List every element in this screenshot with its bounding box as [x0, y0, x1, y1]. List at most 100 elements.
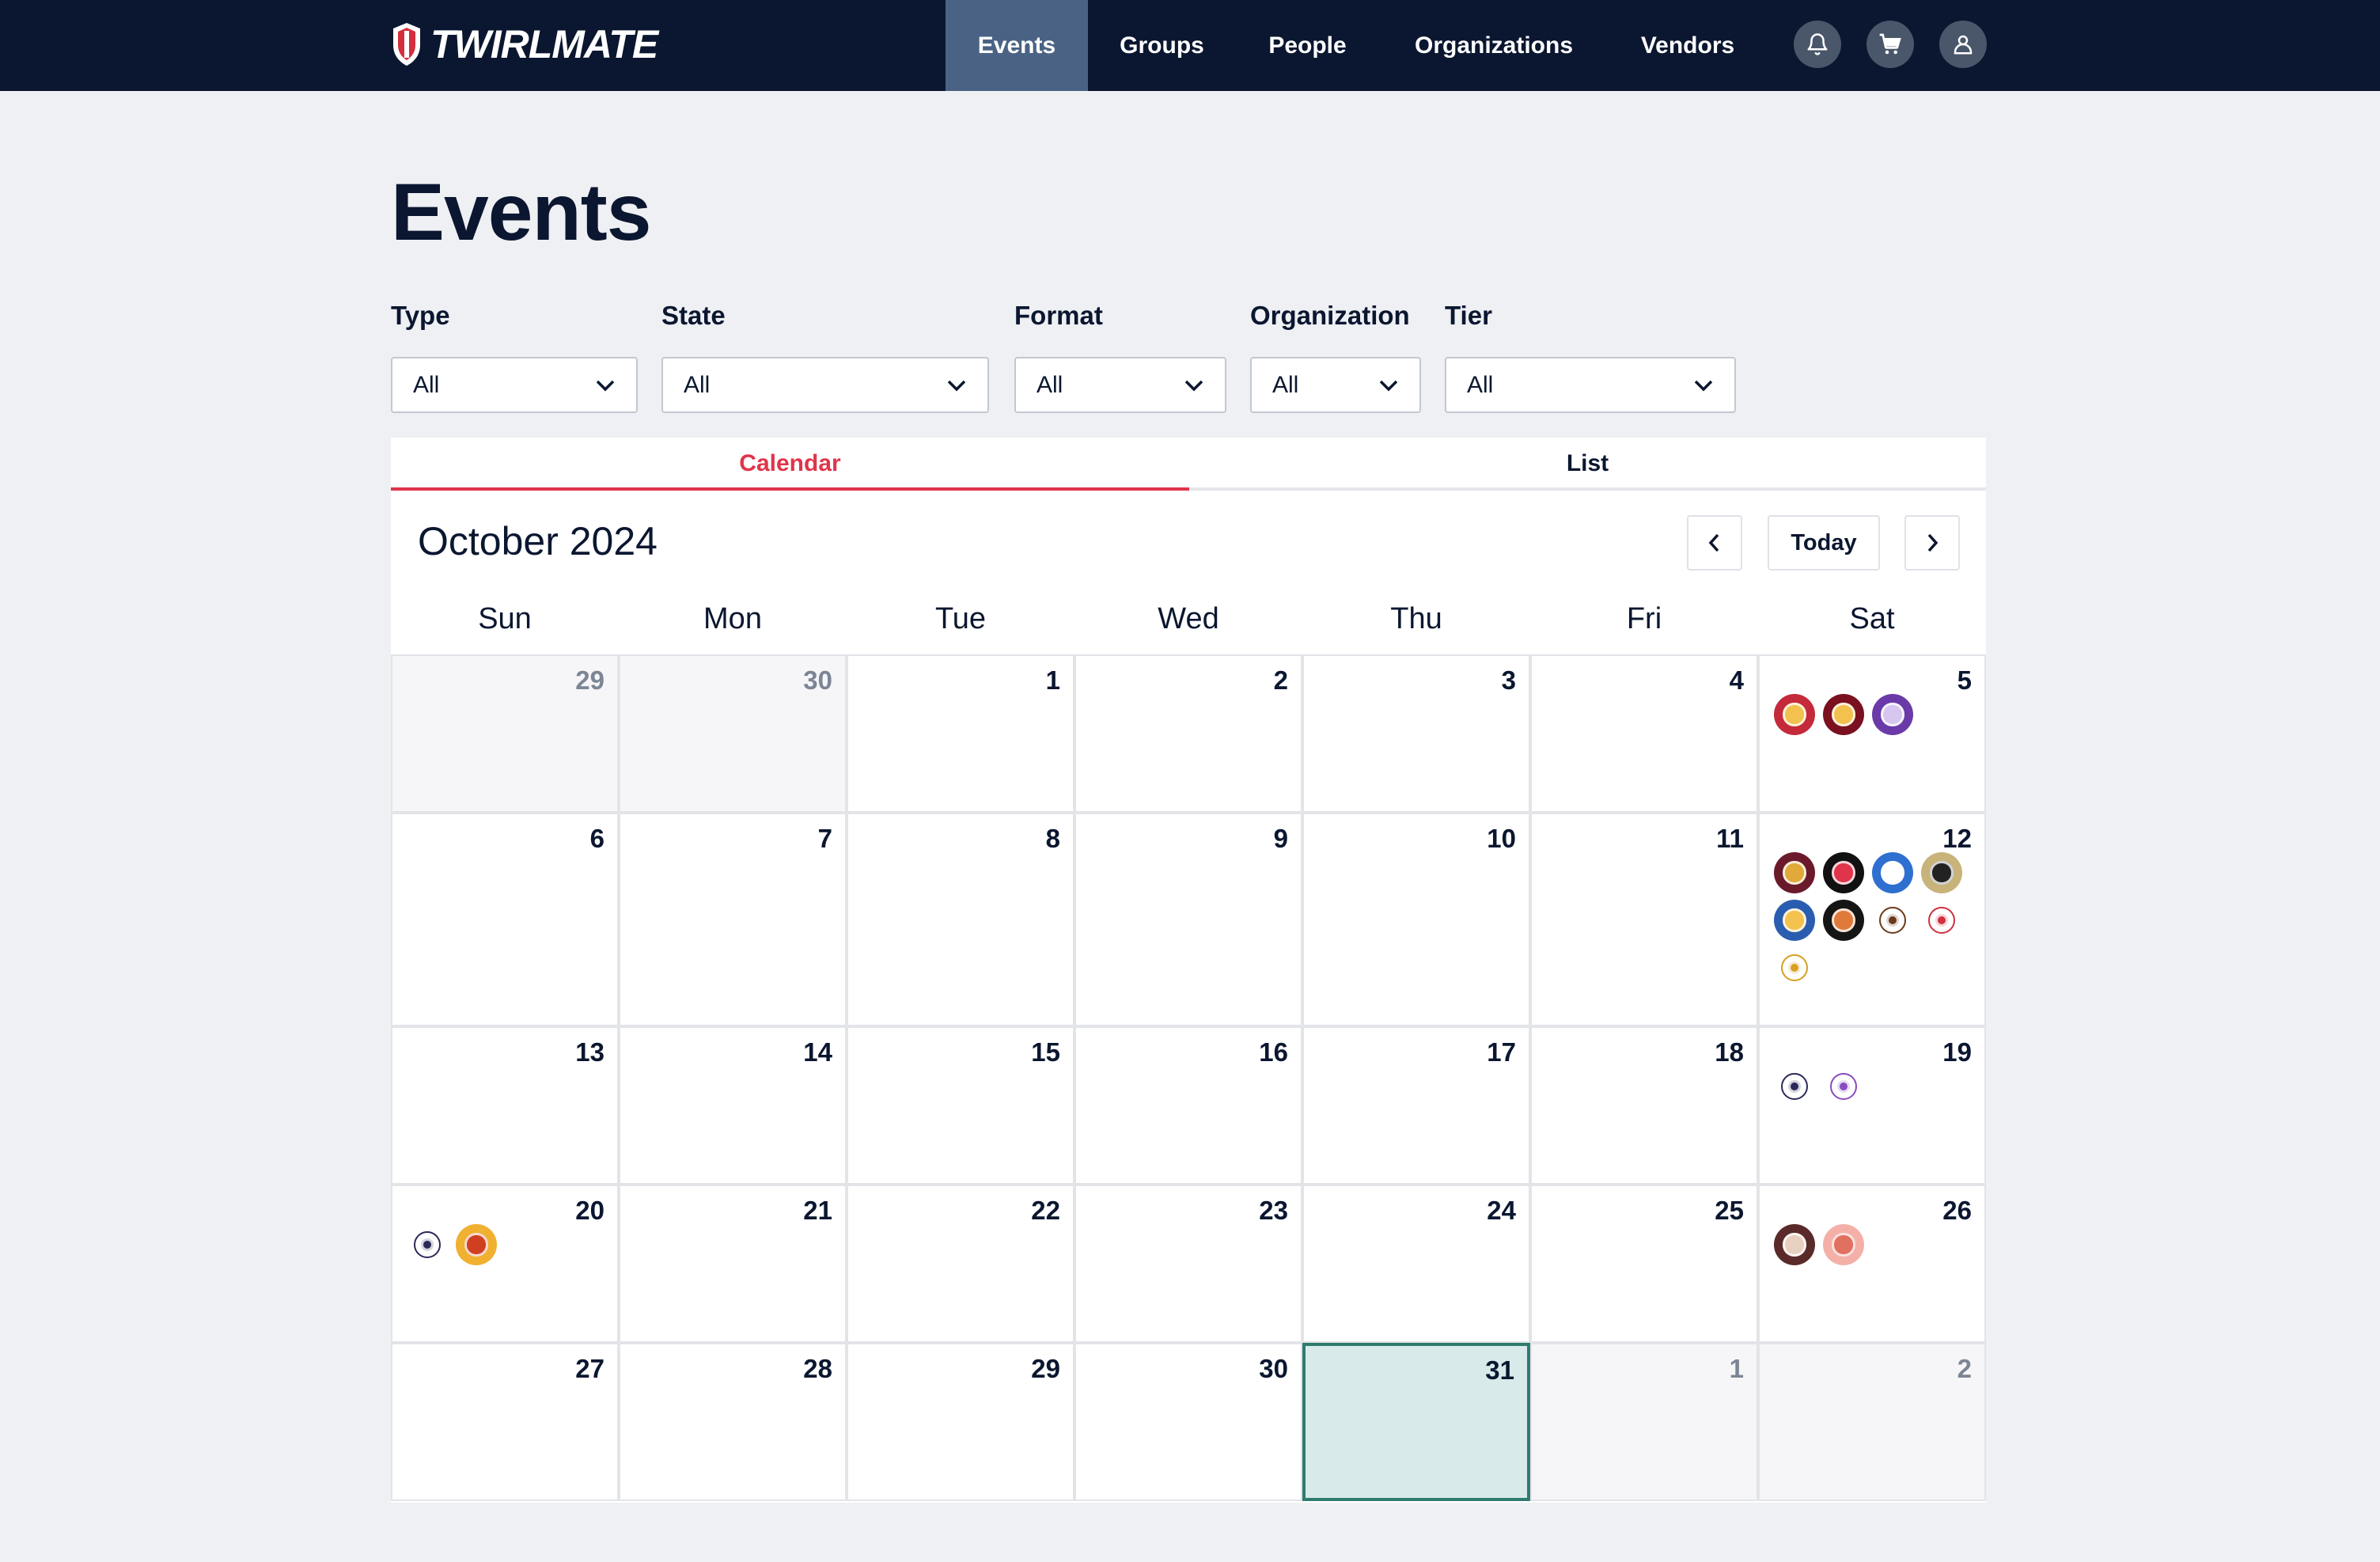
calendar-day[interactable]: 18	[1530, 1026, 1758, 1185]
chevron-right-icon	[1927, 533, 1938, 552]
event-logo[interactable]	[1774, 694, 1815, 735]
day-number: 30	[1259, 1354, 1288, 1383]
calendar-day[interactable]: 30	[1074, 1343, 1302, 1501]
calendar-day-today[interactable]: 31	[1302, 1343, 1530, 1501]
cart-button[interactable]	[1866, 21, 1914, 68]
calendar-day[interactable]: 6	[391, 813, 619, 1026]
day-number: 7	[817, 824, 832, 853]
calendar-day[interactable]: 24	[1302, 1185, 1530, 1343]
event-logo[interactable]	[1879, 907, 1906, 934]
event-logo[interactable]	[1781, 1073, 1808, 1100]
calendar-day[interactable]: 15	[847, 1026, 1074, 1185]
event-logo[interactable]	[1830, 1073, 1857, 1100]
nav-groups[interactable]: Groups	[1100, 0, 1224, 91]
event-logo[interactable]	[1781, 954, 1808, 981]
calendar-day[interactable]: 10	[1302, 813, 1530, 1026]
calendar-day[interactable]: 26	[1758, 1185, 1986, 1343]
event-logo-emblem	[1783, 1233, 1806, 1257]
notifications-button[interactable]	[1794, 21, 1841, 68]
top-navigation-bar: TWIRLMATE Events Groups People Organizat…	[0, 0, 2380, 91]
active-tab-indicator	[391, 487, 1189, 491]
today-button[interactable]: Today	[1768, 515, 1880, 571]
nav-vendors[interactable]: Vendors	[1628, 0, 1747, 91]
event-logo-emblem	[1832, 908, 1855, 932]
calendar-day[interactable]: 11	[1530, 813, 1758, 1026]
tier-filter-label: Tier	[1445, 301, 1492, 330]
event-logo-emblem	[1836, 1079, 1851, 1094]
calendar-day[interactable]: 12	[1758, 813, 1986, 1026]
event-list	[1774, 1224, 1972, 1265]
event-logo-emblem	[1832, 861, 1855, 885]
day-number: 19	[1942, 1037, 1972, 1067]
event-logo-emblem	[1935, 913, 1949, 927]
calendar-day[interactable]: 13	[391, 1026, 619, 1185]
weekday-label-sat: Sat	[1849, 602, 1895, 635]
day-number: 1	[1729, 1354, 1744, 1383]
calendar-day[interactable]: 2	[1074, 654, 1302, 813]
calendar-day[interactable]: 14	[619, 1026, 847, 1185]
organization-select[interactable]: All	[1250, 357, 1421, 413]
calendar-day[interactable]: 30	[619, 654, 847, 813]
format-select-value: All	[1037, 371, 1063, 398]
event-list	[1774, 1066, 1972, 1107]
calendar-day[interactable]: 20	[391, 1185, 619, 1343]
calendar-day[interactable]: 17	[1302, 1026, 1530, 1185]
next-month-button[interactable]	[1904, 515, 1960, 571]
event-logo-emblem	[1783, 908, 1806, 932]
calendar-day[interactable]: 1	[1530, 1343, 1758, 1501]
event-logo-emblem	[1832, 703, 1855, 726]
tier-select[interactable]: All	[1445, 357, 1736, 413]
calendar-day[interactable]: 9	[1074, 813, 1302, 1026]
brand-logo[interactable]: TWIRLMATE	[391, 21, 658, 68]
event-logo[interactable]	[1872, 852, 1913, 893]
calendar-day[interactable]: 27	[391, 1343, 619, 1501]
calendar-day[interactable]: 28	[619, 1343, 847, 1501]
tab-list[interactable]: List	[1189, 438, 1986, 490]
event-logo[interactable]	[1823, 694, 1864, 735]
day-number: 5	[1957, 665, 1972, 695]
twirlmate-shield-icon	[393, 23, 420, 66]
event-logo-emblem	[1881, 703, 1904, 726]
event-logo[interactable]	[1774, 1224, 1815, 1265]
state-select[interactable]: All	[661, 357, 989, 413]
calendar-day[interactable]: 3	[1302, 654, 1530, 813]
previous-month-button[interactable]	[1687, 515, 1742, 571]
calendar-day[interactable]: 7	[619, 813, 847, 1026]
calendar-day[interactable]: 21	[619, 1185, 847, 1343]
type-select[interactable]: All	[391, 357, 638, 413]
account-button[interactable]	[1939, 21, 1987, 68]
calendar-day[interactable]: 29	[847, 1343, 1074, 1501]
nav-events[interactable]: Events	[946, 0, 1088, 91]
tab-calendar[interactable]: Calendar	[391, 438, 1189, 490]
chevron-down-icon	[1184, 380, 1203, 392]
calendar-day[interactable]: 5	[1758, 654, 1986, 813]
calendar-day[interactable]: 19	[1758, 1026, 1986, 1185]
calendar-day[interactable]: 8	[847, 813, 1074, 1026]
event-logo[interactable]	[1823, 852, 1864, 893]
event-logo[interactable]	[1928, 907, 1955, 934]
calendar-day[interactable]: 29	[391, 654, 619, 813]
chevron-down-icon	[596, 380, 615, 392]
calendar-day[interactable]: 25	[1530, 1185, 1758, 1343]
day-number: 3	[1501, 665, 1516, 695]
calendar-day[interactable]: 22	[847, 1185, 1074, 1343]
page-title: Events	[391, 167, 651, 257]
event-logo[interactable]	[1921, 852, 1962, 893]
calendar-day[interactable]: 16	[1074, 1026, 1302, 1185]
event-logo[interactable]	[1774, 900, 1815, 941]
nav-people[interactable]: People	[1242, 0, 1373, 91]
calendar-day[interactable]: 4	[1530, 654, 1758, 813]
event-logo[interactable]	[414, 1231, 441, 1258]
calendar-day[interactable]: 2	[1758, 1343, 1986, 1501]
event-logo[interactable]	[1823, 900, 1864, 941]
event-logo[interactable]	[1823, 1224, 1864, 1265]
event-logo[interactable]	[1872, 694, 1913, 735]
calendar-day[interactable]: 23	[1074, 1185, 1302, 1343]
event-logo[interactable]	[456, 1224, 497, 1265]
format-select[interactable]: All	[1014, 357, 1226, 413]
calendar-day[interactable]: 1	[847, 654, 1074, 813]
type-filter-label: Type	[391, 301, 450, 330]
event-logo[interactable]	[1774, 852, 1815, 893]
bell-icon	[1807, 33, 1828, 55]
nav-organizations[interactable]: Organizations	[1399, 0, 1589, 91]
